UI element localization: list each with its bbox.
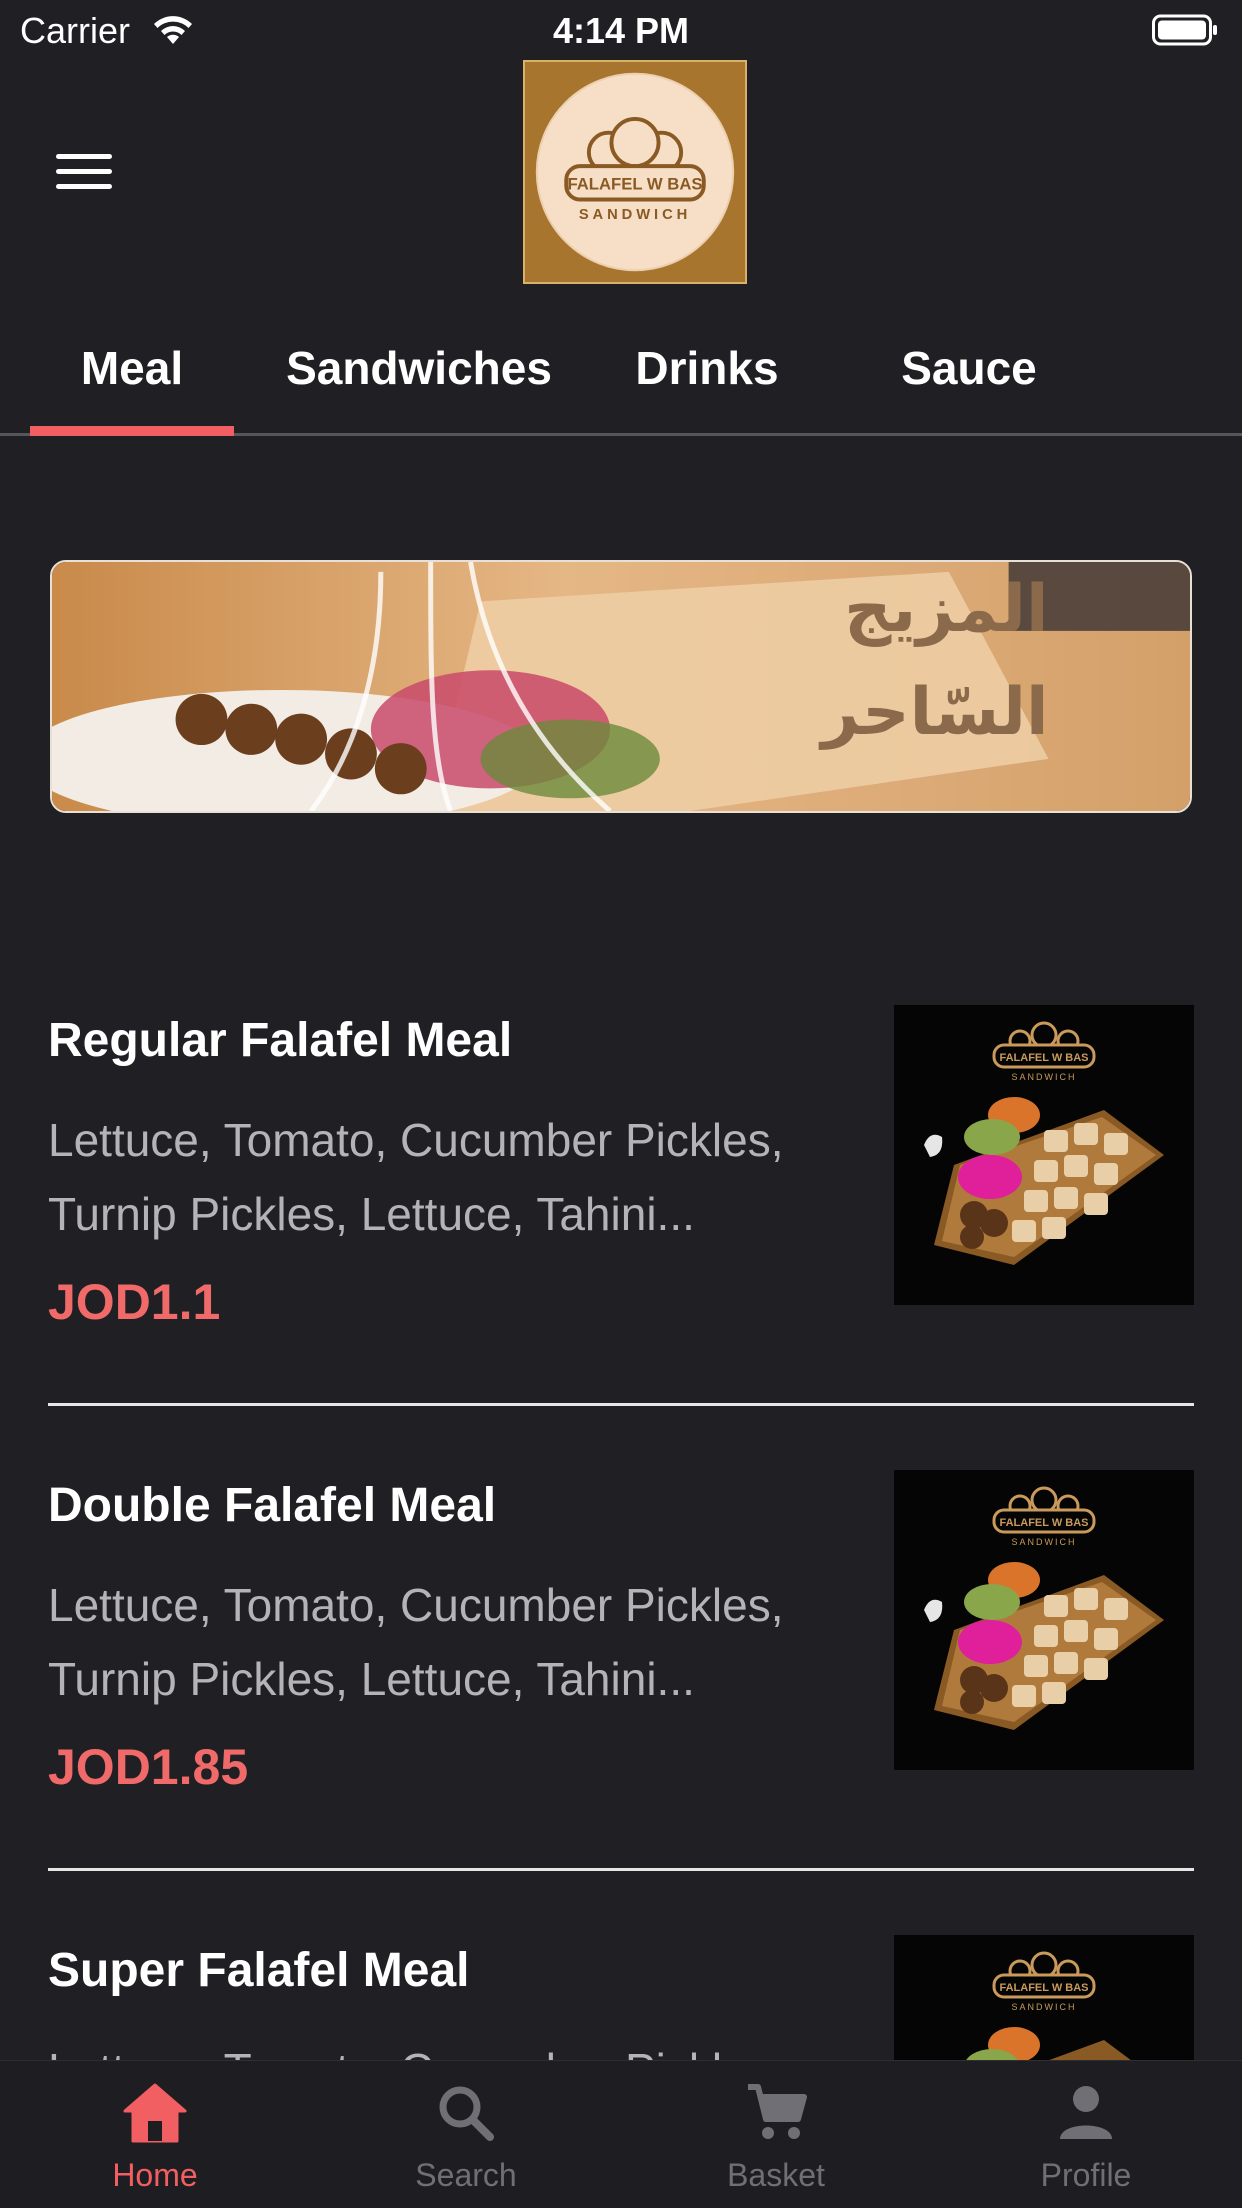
nav-home[interactable]: Home (55, 2061, 255, 2208)
nav-profile[interactable]: Profile (986, 2061, 1186, 2208)
search-icon (439, 2086, 494, 2141)
active-tab-indicator (30, 426, 234, 436)
banner-text-line1: المزيج (844, 571, 1048, 647)
thumb-logo-subtext: SANDWICH (1012, 1537, 1077, 1547)
brand-logo: FALAFEL W BAS SANDWICH (523, 60, 747, 284)
status-time: 4:14 PM (552, 10, 690, 51)
nav-search[interactable]: Search (366, 2061, 566, 2208)
menu-item[interactable]: Regular Falafel Meal Lettuce, Tomato, Cu… (48, 985, 1194, 1406)
battery-icon (1152, 14, 1217, 46)
nav-home-label: Home (112, 2157, 198, 2193)
category-tabs: Meal Sandwiches Drinks Sauce (0, 300, 1242, 436)
home-icon (123, 2083, 187, 2143)
tab-sauce[interactable]: Sauce (870, 300, 1068, 436)
logo-text: FALAFEL W BAS (567, 175, 702, 194)
tab-meal[interactable]: Meal (30, 300, 234, 436)
nav-profile-label: Profile (1040, 2157, 1132, 2193)
hamburger-menu-button[interactable] (56, 154, 112, 190)
item-divider (48, 1868, 1194, 1871)
menu-item-image: FALAFEL W BAS SANDWICH (894, 1470, 1194, 1770)
hamburger-menu-icon (56, 154, 112, 159)
tab-drinks[interactable]: Drinks (610, 300, 804, 436)
menu-item-title: Regular Falafel Meal (48, 1014, 513, 1067)
promo-banner[interactable]: المزيج السّاحر (50, 560, 1192, 813)
menu-item-description: Lettuce, Tomato, Cucumber Pickles, Turni… (48, 1114, 784, 1240)
cart-icon (748, 2084, 807, 2139)
logo-subtext: SANDWICH (579, 207, 691, 223)
menu-item-title: Double Falafel Meal (48, 1479, 497, 1532)
menu-item-title: Super Falafel Meal (48, 1944, 470, 1997)
menu-item-description: Lettuce, Tomato, Cucumber Pickles, Turni… (48, 1579, 784, 1705)
banner-text-line2: السّاحر (818, 675, 1048, 751)
item-divider (48, 1403, 1194, 1406)
thumb-logo-text: FALAFEL W BAS (999, 1517, 1088, 1529)
menu-item-price: JOD1.1 (48, 1274, 221, 1330)
nav-search-label: Search (415, 2157, 517, 2193)
nav-basket[interactable]: Basket (676, 2061, 876, 2208)
thumb-logo-text: FALAFEL W BAS (999, 1052, 1088, 1064)
tab-sandwiches[interactable]: Sandwiches (276, 300, 562, 436)
menu-item-price: JOD1.85 (48, 1739, 249, 1795)
status-bar: Carrier 4:14 PM (0, 0, 1242, 60)
thumb-logo-subtext: SANDWICH (1012, 1072, 1077, 1082)
bottom-tab-bar: Home Search Basket Profile (0, 2060, 1242, 2208)
menu-item[interactable]: Double Falafel Meal Lettuce, Tomato, Cuc… (48, 1450, 1194, 1871)
thumb-logo-text: FALAFEL W BAS (999, 1982, 1088, 1994)
profile-icon (1060, 2086, 1112, 2139)
nav-basket-label: Basket (727, 2157, 825, 2193)
menu-item-image: FALAFEL W BAS SANDWICH (894, 1005, 1194, 1305)
thumb-logo-subtext: SANDWICH (1012, 2002, 1077, 2012)
